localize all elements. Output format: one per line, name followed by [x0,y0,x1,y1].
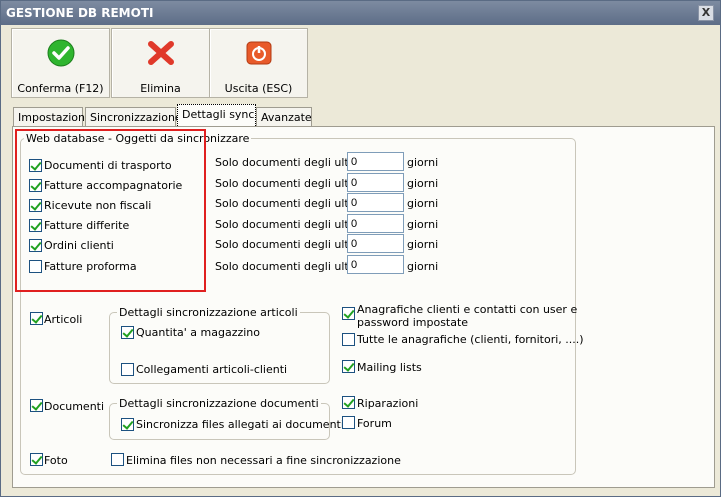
checkbox-tutte-anagrafiche[interactable] [342,333,355,346]
checkbox-riparazioni[interactable] [342,396,355,409]
tab-dettagli-sync[interactable]: Dettagli sync [177,104,256,128]
days-input-ricevute-non-fiscali[interactable] [347,193,404,212]
close-icon: X [701,6,711,19]
label-documenti: Documenti [44,400,105,413]
checkmark-icon [47,39,75,67]
exit-label: Uscita (ESC) [224,82,293,95]
label-quantita-magazzino: Quantita' a magazzino [136,326,261,339]
days-input-fatture-proforma[interactable] [347,255,404,274]
checkbox-collegamenti-articoli[interactable] [121,363,134,376]
red-highlight-box [15,129,206,292]
row-suffix: giorni [407,238,439,251]
checkbox-documenti[interactable] [30,399,43,412]
row-prefix: Solo documenti degli ultimi [215,177,366,190]
tab-avanzate[interactable]: Avanzate [256,107,312,127]
days-input-fatture-differite[interactable] [347,214,404,233]
label-elimina-files: Elimina files non necessari a fine sincr… [126,454,401,467]
row-suffix: giorni [407,177,439,190]
articoli-group-label: Dettagli sincronizzazione articoli [117,306,300,319]
documenti-group-label: Dettagli sincronizzazione documenti [117,397,321,410]
days-input-fatture-accompagnatorie[interactable] [347,173,404,192]
tab-impostazioni[interactable]: Impostazioni [13,107,88,127]
label-sincronizza-files: Sincronizza files allegati ai documenti [136,418,344,431]
checkbox-foto[interactable] [30,453,43,466]
checkbox-anagrafiche-user[interactable] [342,307,355,320]
delete-button[interactable]: Elimina [111,28,210,98]
confirm-label: Conferma (F12) [17,82,104,95]
row-prefix: Solo documenti degli ultimi [215,238,366,251]
checkbox-articoli[interactable] [30,312,43,325]
days-input-documenti-trasporto[interactable] [347,152,404,171]
red-x-icon [148,41,174,65]
row-suffix: giorni [407,197,439,210]
label-forum: Forum [357,417,392,430]
close-button[interactable]: X [698,5,714,21]
row-suffix: giorni [407,218,439,231]
row-suffix: giorni [407,156,439,169]
label-collegamenti-articoli: Collegamenti articoli-clienti [136,363,288,376]
label-anagrafiche-user-line2: password impostate [357,316,469,329]
checkbox-sincronizza-files[interactable] [121,418,134,431]
confirm-button[interactable]: Conferma (F12) [11,28,110,98]
checkbox-quantita-magazzino[interactable] [121,326,134,339]
row-prefix: Solo documenti degli ultimi [215,156,366,169]
title-bar: GESTIONE DB REMOTI X [1,1,720,25]
label-mailing-lists: Mailing lists [357,361,422,374]
label-tutte-anagrafiche: Tutte le anagrafiche (clienti, fornitori… [357,333,584,346]
row-suffix: giorni [407,260,439,273]
checkbox-elimina-files[interactable] [111,453,124,466]
tab-sincronizzazione[interactable]: Sincronizzazione [85,107,182,127]
power-icon [246,41,272,65]
row-prefix: Solo documenti degli ultimi [215,197,366,210]
label-foto: Foto [44,454,68,467]
dialog-window: GESTIONE DB REMOTI X Conferma (F12) Elim… [0,0,721,497]
delete-label: Elimina [140,82,181,95]
label-anagrafiche-user-line1: Anagrafiche clienti e contatti con user … [357,303,578,316]
exit-button[interactable]: Uscita (ESC) [209,28,308,98]
window-title: GESTIONE DB REMOTI [6,6,154,20]
checkbox-mailing-lists[interactable] [342,360,355,373]
row-prefix: Solo documenti degli ultimi [215,260,366,273]
label-riparazioni: Riparazioni [357,397,419,410]
checkbox-forum[interactable] [342,416,355,429]
label-articoli: Articoli [44,313,83,326]
row-prefix: Solo documenti degli ultimi [215,218,366,231]
days-input-ordini-clienti[interactable] [347,234,404,253]
